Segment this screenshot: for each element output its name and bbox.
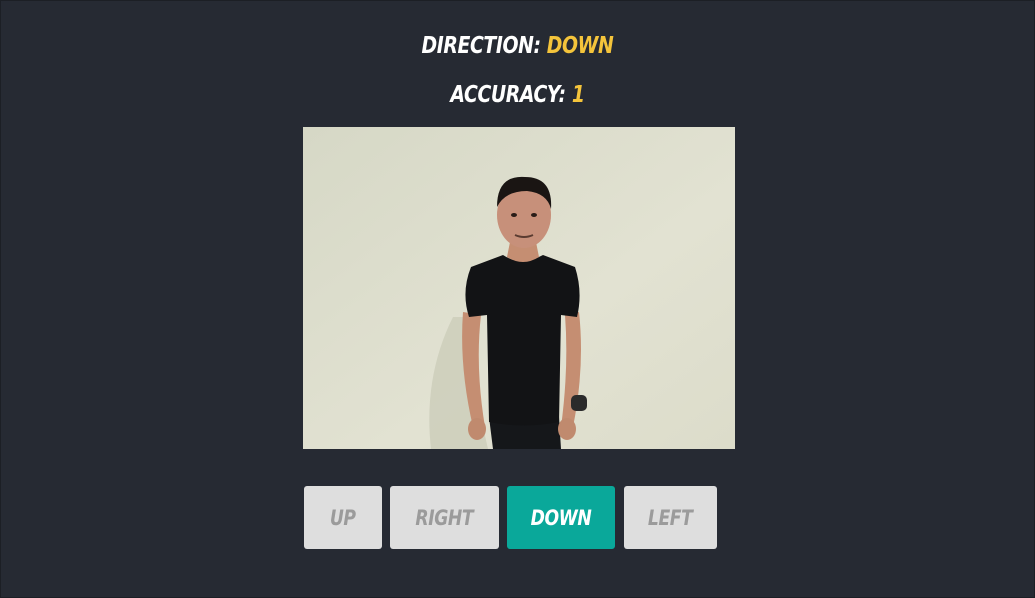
person-photo	[303, 127, 735, 449]
direction-readout: Direction: DOWN	[93, 33, 942, 59]
left-button-label: LEFT	[648, 505, 693, 530]
camera-feed-image	[303, 127, 735, 449]
direction-value: DOWN	[546, 33, 614, 59]
up-button-label: UP	[330, 505, 356, 530]
accuracy-readout: Accuracy: 1	[93, 82, 942, 108]
accuracy-value: 1	[571, 82, 585, 108]
right-button[interactable]: RIGHT	[390, 486, 499, 549]
down-button[interactable]: DOWN	[507, 486, 615, 549]
accuracy-label: Accuracy:	[450, 82, 566, 108]
up-button[interactable]: UP	[304, 486, 382, 549]
right-button-label: RIGHT	[415, 505, 474, 530]
left-button[interactable]: LEFT	[624, 486, 717, 549]
down-button-label: DOWN	[530, 505, 592, 530]
direction-label: Direction:	[421, 33, 541, 59]
